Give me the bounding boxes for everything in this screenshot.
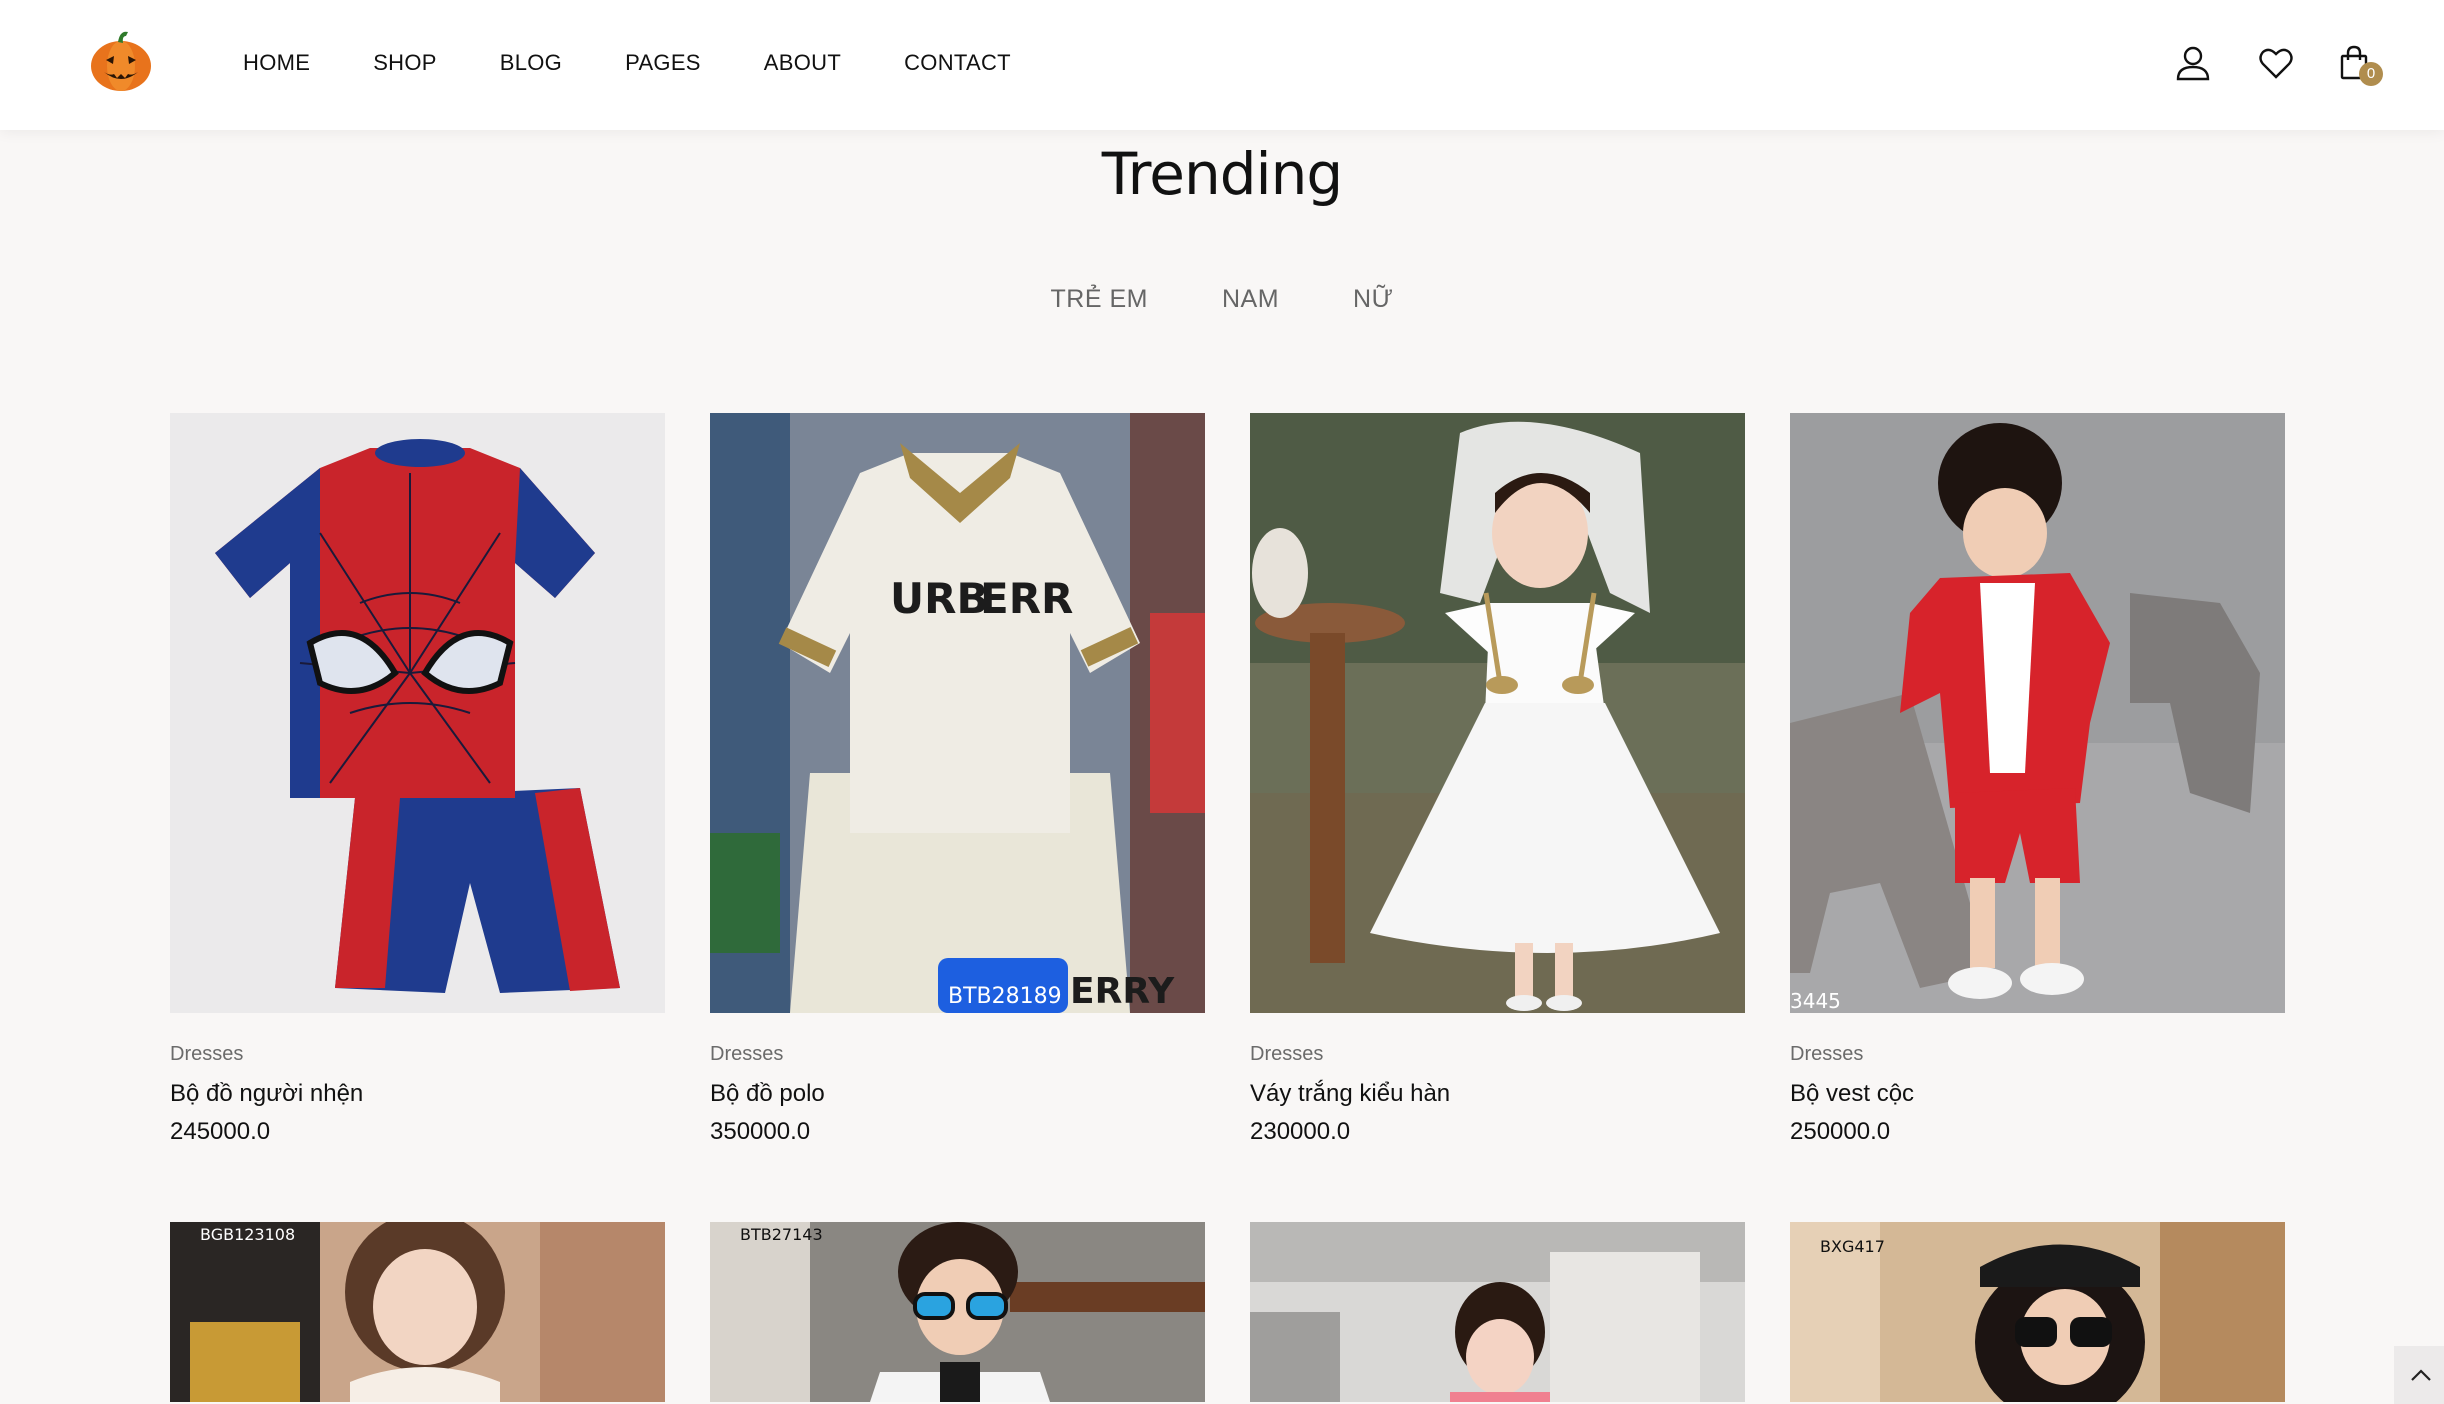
heart-icon[interactable] [2257,44,2295,82]
product-code-label: 3445 [1790,989,1841,1013]
product-card: Dresses Váy trắng kiểu hàn 230000.0 [1250,413,1745,1146]
tab-nu[interactable]: NỮ [1353,285,1393,314]
product-image-row2-4[interactable]: BXG417 [1790,1222,2285,1402]
product-image-row2-2[interactable]: BTB27143 [710,1222,1205,1402]
site-header: HOME SHOP BLOG PAGES ABOUT CONTACT 0 [0,0,2444,130]
product-image-spiderman-set[interactable] [170,413,665,1013]
nav-home[interactable]: HOME [243,50,310,76]
product-code-label: BXG417 [1820,1237,1885,1256]
nav-about[interactable]: ABOUT [764,50,841,76]
product-card: Dresses Bộ đồ người nhện 245000.0 [170,413,665,1146]
tab-tre-em[interactable]: TRẺ EM [1051,285,1148,314]
product-price: 230000.0 [1250,1118,1351,1145]
product-image-white-dress[interactable] [1250,413,1745,1013]
product-category: Dresses [1250,1043,1324,1065]
nav-contact[interactable]: CONTACT [904,50,1011,76]
product-category: Dresses [1790,1043,1864,1065]
product-category: Dresses [710,1043,784,1065]
product-name[interactable]: Bộ vest cộc [1790,1080,2285,1108]
product-price: 350000.0 [710,1118,811,1145]
polo-shorts-print-text: ERRY [1070,971,1175,1012]
product-code-label: BTB28189 [948,984,1062,1009]
product-price: 250000.0 [1790,1118,1891,1145]
product-name[interactable]: Bộ đồ polo [710,1080,1205,1108]
section-title: Trending [1101,140,1343,208]
back-to-top-button[interactable] [2394,1346,2444,1404]
polo-print-text-right: ERR [980,574,1073,623]
product-price: 245000.0 [170,1118,271,1145]
user-icon[interactable] [2174,44,2212,82]
main-nav: HOME SHOP BLOG PAGES ABOUT CONTACT [243,0,1074,126]
product-code-label: BTB27143 [740,1225,823,1244]
product-name[interactable]: Váy trắng kiểu hàn [1250,1080,1745,1108]
product-card: 3445 Dresses Bộ vest cộc 250000.0 [1790,413,2285,1146]
polo-print-text-left: URB [890,574,988,623]
product-card: URB ERR BTB28189 ERRY Dresses Bộ đồ polo… [710,413,1205,1146]
cart-count-badge: 0 [2359,62,2383,86]
product-image-red-suit[interactable]: 3445 [1790,413,2285,1013]
product-image-row2-1[interactable]: BGB123108 [170,1222,665,1402]
nav-pages[interactable]: PAGES [625,50,701,76]
nav-blog[interactable]: BLOG [500,50,562,76]
product-image-row2-3[interactable] [1250,1222,1745,1402]
product-name[interactable]: Bộ đồ người nhện [170,1080,665,1108]
product-category: Dresses [170,1043,244,1065]
chevron-up-icon [2411,1369,2431,1381]
product-code-label: BGB123108 [200,1225,295,1244]
nav-shop[interactable]: SHOP [373,50,437,76]
product-image-polo-set[interactable]: URB ERR BTB28189 ERRY [710,413,1205,1013]
category-tabs: TRẺ EM NAM NỮ [0,285,2444,314]
tab-nam[interactable]: NAM [1222,285,1279,314]
pumpkin-logo-icon[interactable] [88,28,154,94]
